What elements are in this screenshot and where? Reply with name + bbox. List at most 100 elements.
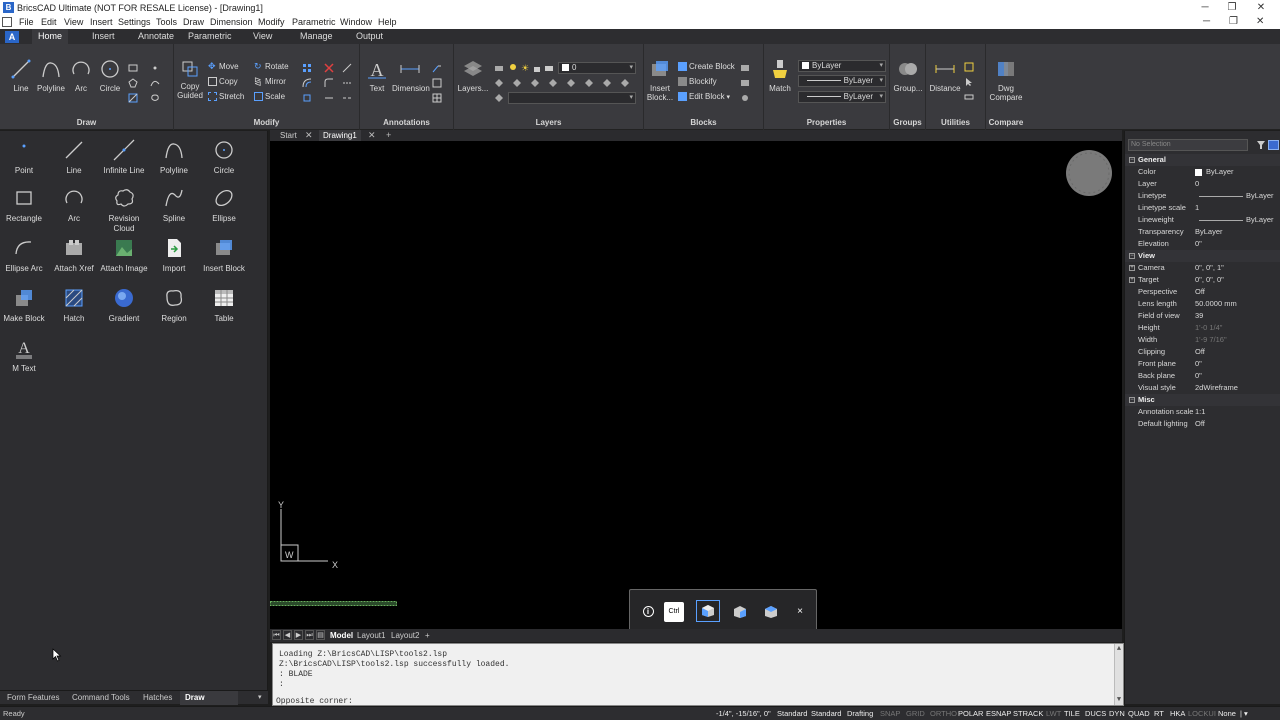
tool-import[interactable]: Import [149,237,199,274]
status-toggle-ortho[interactable]: ORTHO [930,709,957,718]
prop-value[interactable]: 0 [1195,178,1199,190]
app-menu-icon[interactable]: A [5,31,19,43]
minimize-icon[interactable]: ─ [1198,1,1212,14]
collapse-icon[interactable]: − [1129,253,1135,259]
close-drawing1-icon[interactable]: ✕ [368,130,376,141]
select-pointer-icon[interactable] [964,77,974,87]
menu-window[interactable]: Window [340,17,372,27]
props-row[interactable]: Annotation scale 1:1 [1125,406,1280,418]
delete-icon[interactable] [324,63,334,73]
offset-icon[interactable] [302,78,312,88]
copy-button[interactable]: Copy [208,77,238,87]
rectangle-icon[interactable] [128,63,138,73]
tool-line[interactable]: Line [49,139,99,176]
doc-close-icon[interactable]: ✕ [1256,16,1264,27]
layer-filter-dropdown[interactable]: ▾ [508,92,636,104]
tool-arc[interactable]: Arc [49,187,99,224]
layer-tool-5-icon[interactable] [566,78,576,88]
break-icon[interactable] [342,93,352,103]
palette-tab-draw[interactable]: Draw [180,691,238,705]
menu-modify[interactable]: Modify [258,17,285,27]
tab-annotate[interactable]: Annotate [132,29,180,44]
props-row[interactable]: Layer 0 [1125,178,1280,190]
prop-value[interactable]: 1'-9 7/16" [1195,334,1227,346]
menu-insert[interactable]: Insert [90,17,113,27]
status-toggle-dyn[interactable]: DYN [1109,709,1125,718]
create-block-button[interactable]: Create Block [678,62,735,72]
drawing-canvas[interactable]: Y X W i Ctrl × [270,141,1122,633]
block-attribute-icon[interactable] [740,63,750,73]
props-row[interactable]: Linetype scale 1 [1125,202,1280,214]
menu-dimension[interactable]: Dimension [210,17,253,27]
scale-button[interactable]: Scale [254,92,285,102]
line-button[interactable]: Line [8,58,34,93]
selection-dropdown[interactable]: No Selection [1128,139,1248,151]
tab-layout2[interactable]: Layout2 [388,629,422,642]
stretch-button[interactable]: Stretch [208,92,244,102]
props-row[interactable]: Visual style 2dWireframe [1125,382,1280,394]
prop-value[interactable]: 0" [1195,370,1202,382]
scroll-up-icon[interactable]: ▲ [1115,645,1123,653]
last-layout-icon[interactable]: ⏭ [305,630,314,640]
doc-restore-icon[interactable]: ❐ [1229,16,1238,27]
tab-drawing1[interactable]: Drawing1 [319,130,361,141]
trim-icon[interactable] [342,63,352,73]
prev-layout-icon[interactable]: ◀ [283,630,292,640]
layer-tool-2-icon[interactable] [512,78,522,88]
palette-tab-form-features[interactable]: Form Features [2,691,64,705]
layer-tool-3-icon[interactable] [530,78,540,88]
tab-home[interactable]: Home [32,29,69,44]
block-sync-icon[interactable] [740,78,750,88]
status-toggle-strack[interactable]: STRACK [1013,709,1043,718]
arc-button[interactable]: Arc [68,58,94,93]
close-icon[interactable]: ✕ [1254,1,1268,14]
tool-rectangle[interactable]: Rectangle [0,187,49,224]
layer-state-icon[interactable] [494,63,504,73]
status-toggle-snap[interactable]: SNAP [880,709,900,718]
tool-point[interactable]: Point [0,139,49,176]
layer-tool-4-icon[interactable] [548,78,558,88]
prop-value[interactable]: Off [1195,418,1205,430]
status-toggle-none[interactable]: None [1218,709,1236,718]
tab-insert[interactable]: Insert [86,29,121,44]
tool-infinite-line[interactable]: Infinite Line [99,139,149,176]
view-3d-button[interactable] [696,600,720,622]
props-section-misc[interactable]: − Misc [1125,394,1280,406]
tool-hatch[interactable]: Hatch [49,287,99,324]
filter-icon[interactable] [1256,140,1266,150]
tool-ellipse[interactable]: Ellipse [199,187,249,224]
tab-view[interactable]: View [247,29,278,44]
command-scrollbar[interactable]: ▲ ▼ [1114,644,1123,705]
tool-mtext[interactable]: A M Text [0,337,49,374]
props-row[interactable]: Elevation 0" [1125,238,1280,250]
match-button[interactable]: Match [767,58,793,93]
array-icon[interactable] [302,63,312,73]
prop-value[interactable]: 0" [1195,358,1202,370]
menu-edit[interactable]: Edit [41,17,57,27]
props-row[interactable]: Lineweight ByLayer [1125,214,1280,226]
info-button[interactable]: i [638,602,658,622]
tool-attach-xref[interactable]: Attach Xref [49,237,99,274]
prop-value[interactable]: 2dWireframe [1195,382,1238,394]
layer-lock-icon[interactable] [532,63,542,73]
revision-cloud-icon[interactable] [150,93,160,103]
tool-table[interactable]: Table [199,287,249,324]
close-start-icon[interactable]: ✕ [305,130,313,141]
restore-icon[interactable]: ❐ [1225,1,1239,14]
props-row[interactable]: Linetype ByLayer [1125,190,1280,202]
layers-button[interactable]: Layers... [456,58,490,93]
explode-icon[interactable] [302,93,312,103]
doc-minimize-icon[interactable]: ─ [1203,16,1210,27]
menu-draw[interactable]: Draw [183,17,204,27]
layer-tool-7-icon[interactable] [602,78,612,88]
palette-tab-hatches[interactable]: Hatches [138,691,177,705]
markup-icon[interactable] [432,78,442,88]
expand-icon[interactable]: + [1129,277,1135,283]
layer-dropdown[interactable]: 0 ▾ [558,62,636,74]
collapse-icon[interactable]: − [1129,157,1135,163]
status-toggle-ducs[interactable]: DUCS [1085,709,1106,718]
tab-start[interactable]: Start [276,130,301,141]
status-toggle-grid[interactable]: GRID [906,709,925,718]
rotate-button[interactable]: ↻ Rotate [254,62,289,71]
dwg-compare-button[interactable]: Dwg Compare [988,58,1024,102]
